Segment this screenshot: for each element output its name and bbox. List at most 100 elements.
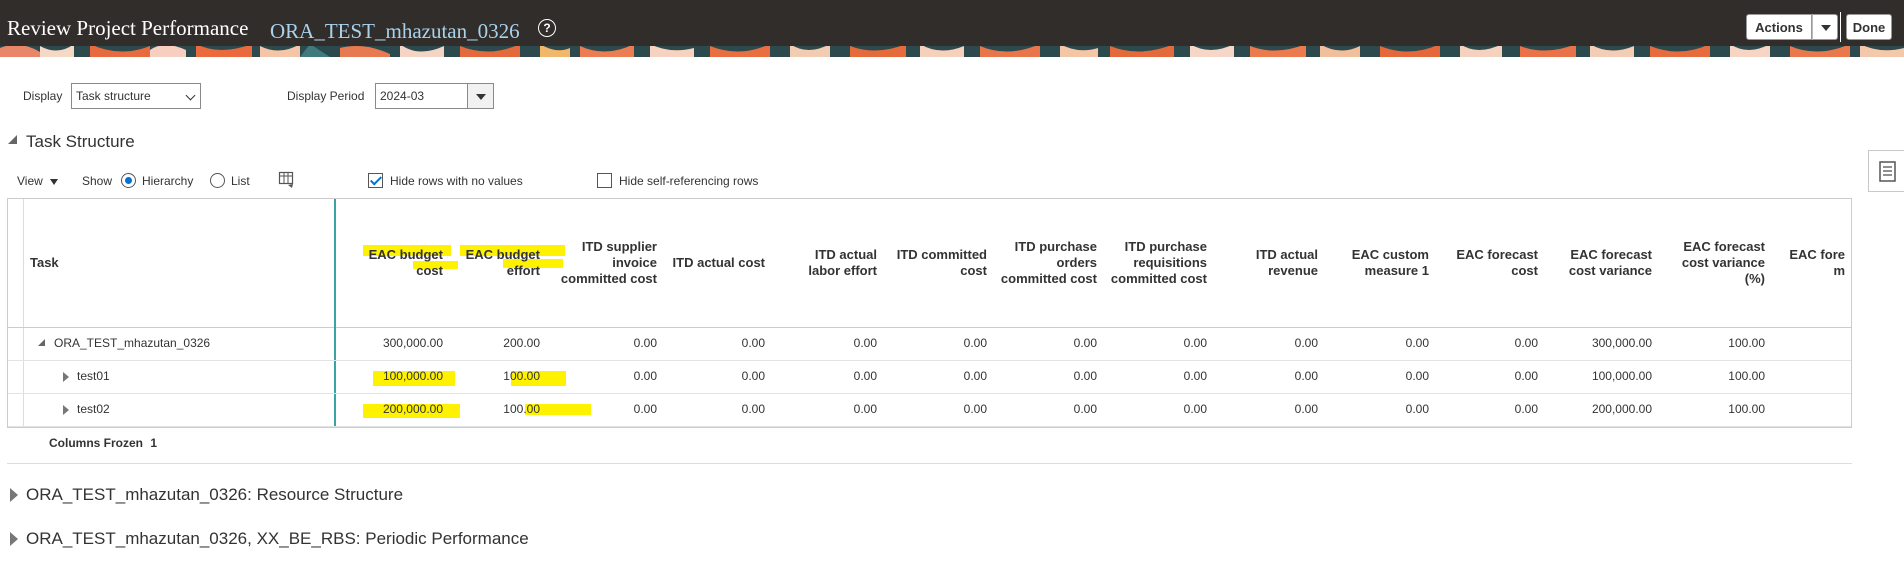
- hierarchy-label: Hierarchy: [142, 174, 194, 188]
- table-cell: 100.00: [503, 402, 540, 416]
- column-header-line: measure 1: [1364, 263, 1429, 278]
- table-cell: 0.00: [1514, 369, 1538, 383]
- table-cell: 200,000.00: [382, 402, 443, 416]
- column-header-line: requisitions: [1133, 255, 1207, 270]
- hierarchy-radio[interactable]: [121, 173, 136, 188]
- table-cell: 0.00: [1405, 336, 1429, 350]
- table-cell: 100.00: [503, 369, 540, 383]
- table-row[interactable]: test02 200,000.00 100.00 0.00 0.00 0.00 0.00 0.…: [8, 393, 1851, 427]
- display-period-input[interactable]: 2024-03: [375, 83, 470, 109]
- task-name-cell: test01: [77, 369, 110, 383]
- column-header-line: ITD purchase: [1124, 239, 1207, 254]
- task-column-header[interactable]: Task: [30, 199, 59, 327]
- table-cell: 0.00: [741, 336, 765, 350]
- table-cell: 100.00: [1728, 336, 1765, 350]
- display-select-value: Task structure: [76, 89, 151, 103]
- table-cell: 0.00: [741, 402, 765, 416]
- table-cell: 0.00: [853, 336, 877, 350]
- table-cell: 0.00: [1294, 402, 1318, 416]
- column-header-line: revenue: [1268, 263, 1318, 278]
- hide-no-values-label: Hide rows with no values: [390, 174, 523, 188]
- column-header[interactable]: ITD committed cost: [885, 199, 995, 327]
- column-header[interactable]: ITD actual revenue: [1216, 199, 1326, 327]
- table-cell: 0.00: [853, 369, 877, 383]
- table-row[interactable]: test01 100,000.00 100.00 0.00 0.00 0.00 0.00 0.…: [8, 360, 1851, 394]
- table-cell: 200.00: [503, 336, 540, 350]
- hide-self-referencing-label: Hide self-referencing rows: [619, 174, 759, 188]
- table-cell: 0.00: [1514, 336, 1538, 350]
- column-header-line: labor effort: [808, 263, 877, 278]
- actions-dropdown-arrow-icon[interactable]: [1812, 14, 1838, 40]
- table-cell: 0.00: [1514, 402, 1538, 416]
- resource-structure-section-title[interactable]: ORA_TEST_mhazutan_0326: Resource Structu…: [26, 485, 403, 505]
- display-period-label: Display Period: [287, 89, 365, 103]
- list-radio[interactable]: [210, 173, 225, 188]
- page-header: Review Project Performance ORA_TEST_mhaz…: [0, 0, 1904, 57]
- display-select[interactable]: Task structure: [71, 83, 201, 109]
- table-cell: 0.00: [963, 369, 987, 383]
- column-header-line: invoice: [612, 255, 657, 270]
- periodic-performance-section-title[interactable]: ORA_TEST_mhazutan_0326, XX_BE_RBS: Perio…: [26, 529, 529, 549]
- expand-triangle-icon[interactable]: [10, 488, 18, 502]
- collapse-triangle-icon[interactable]: [8, 135, 17, 144]
- table-cell: 0.00: [1073, 336, 1097, 350]
- task-structure-title: Task Structure: [26, 132, 135, 151]
- collapse-row-icon[interactable]: [38, 339, 45, 346]
- columns-frozen-value: 1: [150, 436, 158, 450]
- hide-no-values-checkbox[interactable]: [368, 173, 383, 188]
- column-header[interactable]: ITD purchase orders committed cost: [995, 199, 1105, 327]
- column-header-line: EAC forecast: [1456, 247, 1538, 262]
- column-header-line: cost variance: [1681, 255, 1765, 270]
- column-header[interactable]: EAC budget effort: [448, 199, 548, 327]
- column-header-line: committed cost: [1110, 271, 1207, 286]
- table-cell: 200,000.00: [1591, 402, 1652, 416]
- column-header-line: effort: [506, 263, 540, 278]
- task-name-cell: test02: [77, 402, 110, 416]
- display-period-dropdown-icon[interactable]: [467, 83, 494, 109]
- column-header[interactable]: EAC custom measure 1: [1327, 199, 1437, 327]
- column-header-line: EAC custom: [1351, 247, 1429, 262]
- column-header-line: committed cost: [1000, 271, 1097, 286]
- column-header[interactable]: ITD actual cost: [668, 199, 773, 327]
- table-row[interactable]: ORA_TEST_mhazutan_0326 300,000.00 200.00 0.…: [8, 327, 1851, 361]
- column-header-line: committed cost: [560, 271, 657, 286]
- column-header[interactable]: EAC fore m: [1778, 199, 1851, 327]
- section-divider: [7, 463, 1852, 464]
- column-header[interactable]: EAC forecast cost variance: [1550, 199, 1660, 327]
- column-header-line: ITD actual: [814, 247, 877, 262]
- column-header[interactable]: EAC forecast cost: [1436, 199, 1546, 327]
- column-header[interactable]: EAC budget cost: [341, 199, 451, 327]
- view-menu[interactable]: View: [17, 174, 59, 188]
- side-panel-toggle[interactable]: [1868, 150, 1904, 192]
- table-cell: 0.00: [1405, 402, 1429, 416]
- display-period-value: 2024-03: [380, 89, 425, 103]
- table-cell: 100,000.00: [382, 369, 443, 383]
- column-header[interactable]: ITD supplier invoice committed cost: [550, 199, 665, 327]
- project-name-link[interactable]: ORA_TEST_mhazutan_0326: [270, 19, 520, 44]
- expand-row-icon[interactable]: [63, 372, 69, 382]
- actions-button[interactable]: Actions: [1746, 14, 1812, 40]
- table-cell: 100.00: [1728, 369, 1765, 383]
- header-separator: [1840, 12, 1841, 42]
- column-header-line: ITD actual cost: [672, 255, 765, 270]
- column-header[interactable]: EAC forecast cost variance (%): [1663, 199, 1773, 327]
- expand-row-icon[interactable]: [63, 405, 69, 415]
- table-cell: 0.00: [633, 402, 657, 416]
- show-label: Show: [82, 174, 113, 188]
- help-icon[interactable]: ?: [538, 19, 556, 37]
- expand-triangle-icon[interactable]: [10, 532, 18, 546]
- freeze-columns-icon[interactable]: [278, 171, 296, 189]
- caret-down-icon: [50, 178, 59, 185]
- column-header-line: m: [1833, 263, 1845, 278]
- column-header[interactable]: ITD actual labor effort: [775, 199, 885, 327]
- hide-self-referencing-checkbox[interactable]: [597, 173, 612, 188]
- column-header-line: EAC budget: [368, 247, 443, 262]
- table-cell: 300,000.00: [1591, 336, 1652, 350]
- table-cell: 0.00: [963, 402, 987, 416]
- columns-frozen-label: Columns Frozen 1: [49, 436, 157, 450]
- column-header[interactable]: ITD purchase requisitions committed cost: [1105, 199, 1215, 327]
- done-button[interactable]: Done: [1846, 14, 1892, 40]
- columns-frozen-text: Columns Frozen: [49, 436, 144, 450]
- column-header-line: EAC fore: [1789, 247, 1845, 262]
- table-cell: 0.00: [1294, 369, 1318, 383]
